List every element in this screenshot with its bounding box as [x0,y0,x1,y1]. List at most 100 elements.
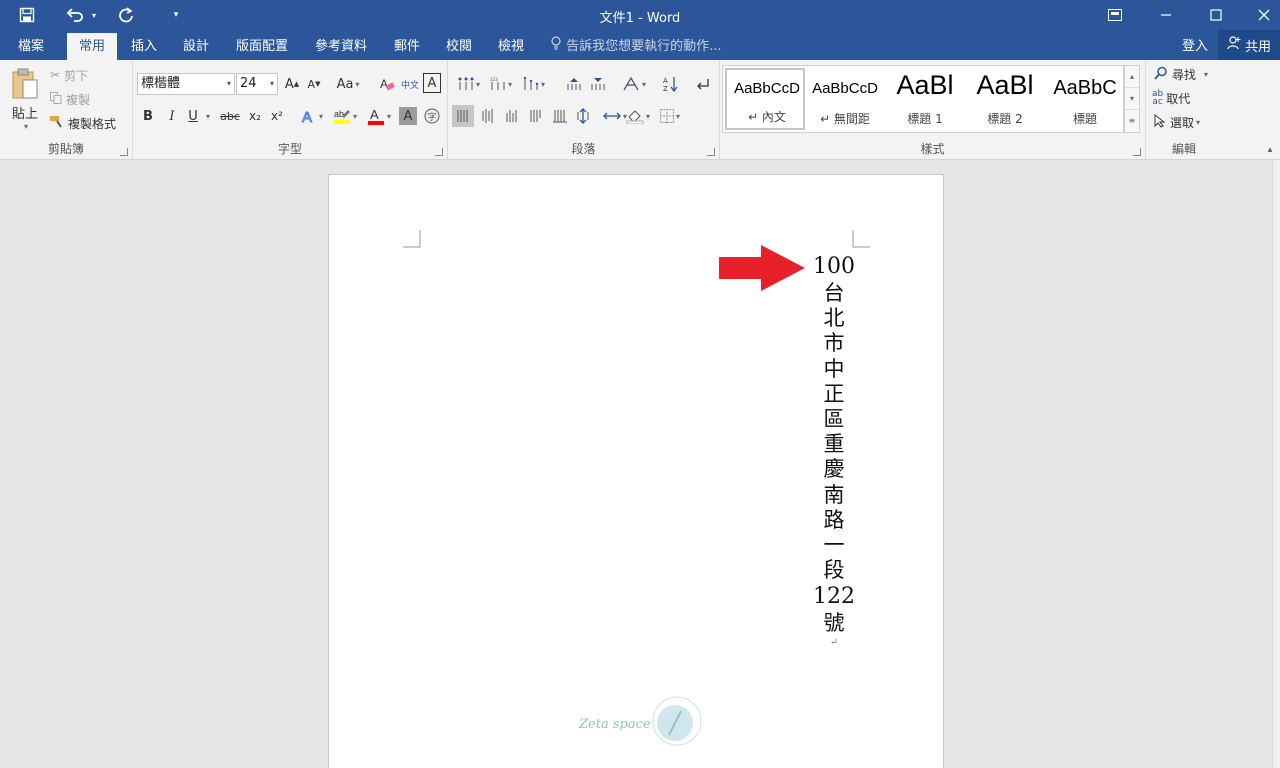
subscript-button[interactable]: x₂ [245,105,265,127]
tab-review[interactable]: 校閱 [434,33,484,60]
title-bar: ▾ ▾ 文件1 - Word [0,0,1280,30]
paste-label: 貼上 [11,106,38,122]
tab-home[interactable]: 常用 [67,33,118,60]
font-size-combo[interactable]: 24 ▾ [236,73,278,95]
ribbon-display-icon[interactable] [1100,0,1130,30]
replace-icon: ab ac [1152,89,1164,107]
replace-button[interactable]: ab ac 取代 [1152,88,1190,108]
document-page[interactable]: 100 台 北 市 中 正 區 重 慶 南 路 一 段 122 號 ↵ Zeta… [328,174,944,768]
collapse-ribbon-icon[interactable]: ▴ [1262,144,1278,156]
style-heading-2-name: 標題 2 [987,112,1023,126]
font-group: 標楷體 ▾ 24 ▾ A ▲ A ▼ Aa ▾ A 中文 A B I U ▾ abc … [133,60,448,160]
copy-icon [50,91,62,107]
copy-button[interactable]: 複製 [50,89,90,109]
text-effects-icon[interactable]: A ▾ [297,105,327,127]
right-margin-corner-mark [852,230,870,248]
justify-icon[interactable] [526,105,546,127]
undo-dropdown-icon[interactable]: ▾ [88,0,100,30]
underline-button[interactable]: U [185,105,201,127]
style-heading-2[interactable]: AaBl 標題 2 [965,68,1045,130]
tab-layout[interactable]: 版面配置 [224,33,300,60]
find-button[interactable]: 尋找 ▾ [1154,64,1208,84]
ribbon-tabs: 檔案 常用 插入 設計 版面配置 參考資料 郵件 校閱 檢視 告訴我您想要執行的… [0,30,1280,60]
style-title[interactable]: AaBbC 標題 [1045,68,1125,130]
shading-icon[interactable]: ▾ [620,105,656,127]
character-border-icon[interactable]: A [423,73,441,93]
save-icon[interactable] [12,0,42,30]
tab-mailings[interactable]: 郵件 [382,33,432,60]
font-size-dropdown-icon[interactable]: ▾ [270,74,274,94]
style-normal[interactable]: AaBbCcD ↵ 內文 [725,68,805,130]
gallery-down-icon[interactable]: ▾ [1125,88,1139,110]
tell-me-box[interactable]: 告訴我您想要執行的動作... [550,33,722,60]
tab-insert[interactable]: 插入 [119,33,169,60]
select-button[interactable]: 選取 ▾ [1154,112,1200,132]
close-icon[interactable] [1248,0,1280,30]
font-name-dropdown-icon[interactable]: ▾ [227,74,231,94]
highlight-color-swatch [333,120,350,124]
style-heading-1[interactable]: AaBl 標題 1 [885,68,965,130]
tab-view[interactable]: 檢視 [486,33,536,60]
bold-button[interactable]: B [139,105,157,127]
distributed-icon[interactable] [550,105,570,127]
lightbulb-icon [550,36,566,54]
paste-button[interactable]: 貼上 ▾ [6,66,44,132]
style-no-spacing[interactable]: AaBbCcD ↵ 無間距 [805,68,885,130]
undo-icon[interactable] [62,0,88,30]
clear-formatting-icon[interactable]: A [377,73,397,95]
increase-indent-icon[interactable] [588,73,608,95]
align-bottom-icon[interactable] [502,105,522,127]
bullets-icon[interactable]: ▾ [454,73,484,95]
enclose-characters-icon[interactable]: 字 [422,105,442,127]
font-launcher-icon[interactable] [435,148,443,156]
strikethrough-button[interactable]: abc [217,105,243,127]
share-button[interactable]: 共用 [1218,30,1280,60]
maximize-icon[interactable] [1198,0,1234,30]
address-char: 路 [823,507,845,532]
distribute-text-icon[interactable] [572,105,594,127]
address-char: 一 [823,533,845,558]
gallery-up-icon[interactable]: ▴ [1125,66,1139,88]
format-painter-button[interactable]: 複製格式 [50,113,116,133]
tab-design[interactable]: 設計 [171,33,221,60]
editing-group: 尋找 ▾ ab ac 取代 選取 ▾ 編輯 [1146,60,1222,160]
multilevel-list-icon[interactable]: ▾ [518,73,550,95]
format-painter-label: 複製格式 [68,116,117,131]
redo-icon[interactable] [112,0,140,30]
borders-icon[interactable]: ▾ [654,105,686,127]
grow-font-icon[interactable]: A ▲ [282,73,302,95]
font-name-combo[interactable]: 標楷體 ▾ [137,73,235,95]
tab-file[interactable]: 檔案 [6,33,56,60]
phonetic-guide-button[interactable]: 中文 [399,73,421,95]
superscript-button[interactable]: x² [267,105,287,127]
align-top-icon[interactable] [452,105,474,127]
shrink-font-icon[interactable]: A ▼ [304,73,324,95]
styles-launcher-icon[interactable] [1133,148,1141,156]
decrease-indent-icon[interactable] [564,73,584,95]
align-center-icon[interactable] [478,105,498,127]
highlight-color-button[interactable]: ab ▾ [329,105,361,127]
font-color-button[interactable]: A ▾ [363,105,395,127]
clipboard-launcher-icon[interactable] [120,148,128,156]
underline-dropdown-icon[interactable]: ▾ [201,105,213,127]
vertical-scrollbar[interactable] [1272,160,1280,768]
sort-icon[interactable]: AZ [660,73,682,95]
cut-button[interactable]: ✂ 剪下 [50,65,88,85]
change-case-button[interactable]: Aa ▾ [333,73,363,95]
minimize-icon[interactable] [1148,0,1184,30]
tab-references[interactable]: 參考資料 [303,33,379,60]
vertical-address-text[interactable]: 100 台 北 市 中 正 區 重 慶 南 路 一 段 122 號 ↵ [809,253,859,649]
show-marks-icon[interactable] [692,73,714,95]
copy-label: 複製 [66,92,91,107]
style-normal-name: ↵ 內文 [748,110,786,124]
character-shading-icon[interactable]: A [399,107,417,125]
italic-button[interactable]: I [163,105,181,127]
sign-in-link[interactable]: 登入 [1182,33,1208,60]
paragraph-launcher-icon[interactable] [707,148,715,156]
gallery-more-icon[interactable]: ≡ [1125,110,1139,132]
numbering-icon[interactable]: 123 ▾ [486,73,516,95]
house-number: 122 [813,584,855,610]
ribbon: 貼上 ▾ ✂ 剪下 複製 複製格式 剪貼簿 標楷體 ▾ 24 ▾ A ▲ A ▼… [0,60,1280,160]
customize-icon[interactable]: ▾ [168,0,184,30]
asian-layout-icon[interactable]: ▾ [618,73,650,95]
